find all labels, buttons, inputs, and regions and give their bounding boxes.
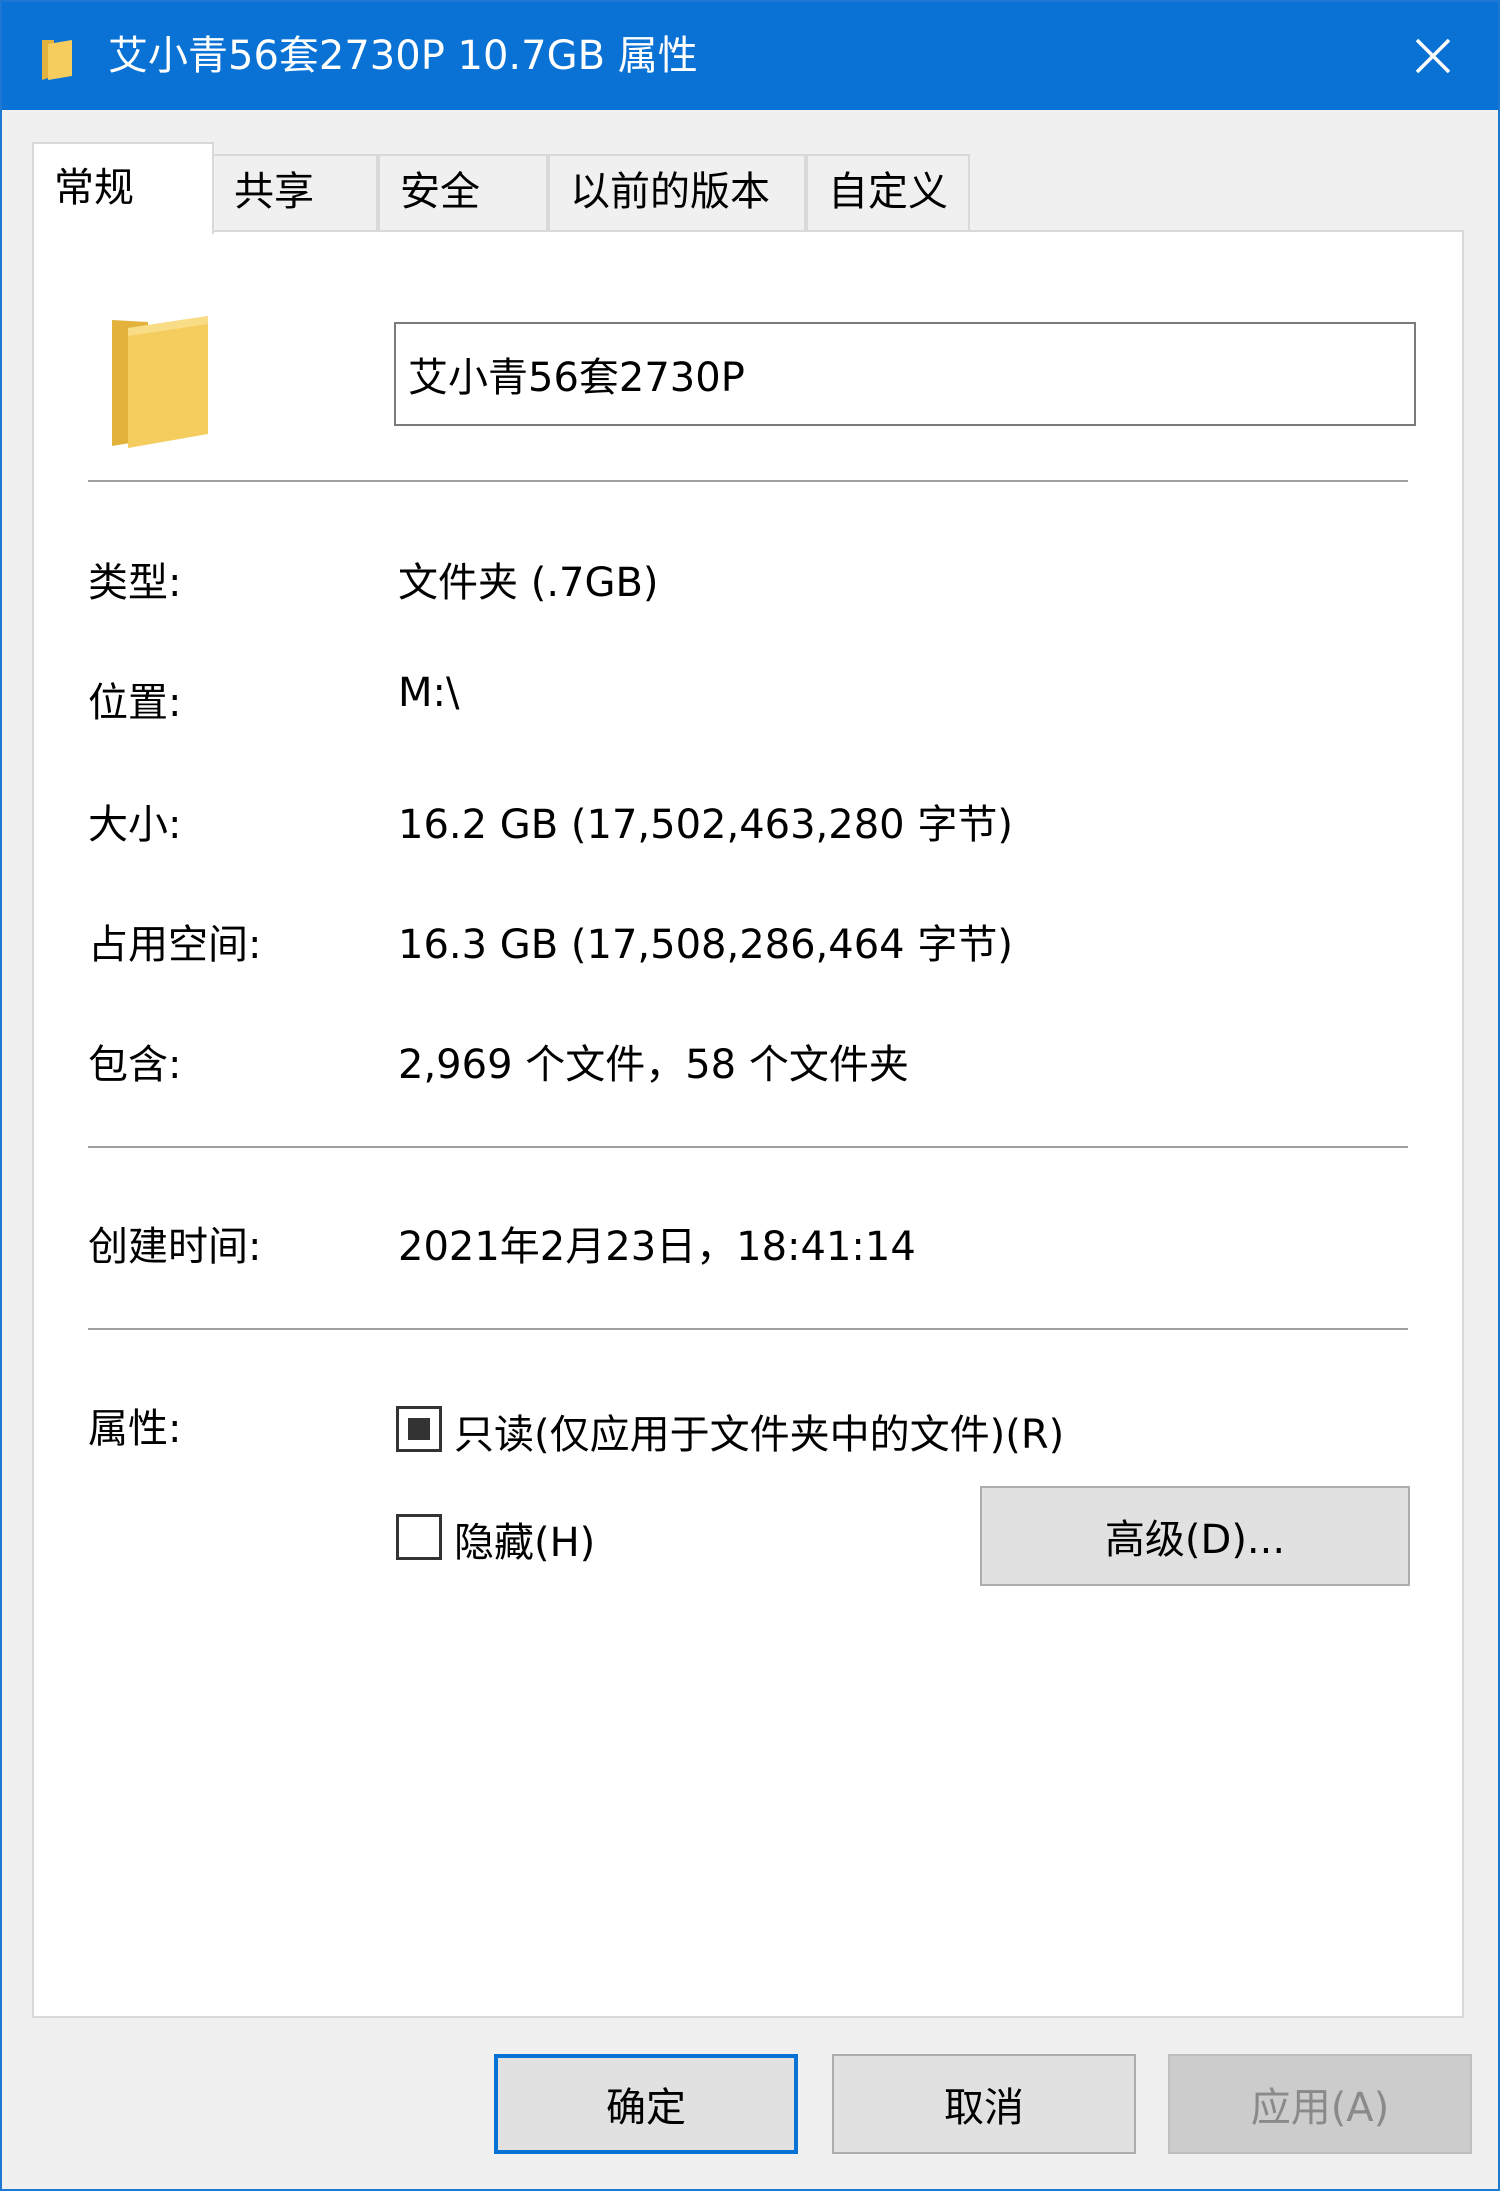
tab-general[interactable]: 常规	[32, 142, 214, 234]
tab-sharing[interactable]: 共享	[212, 154, 378, 230]
contains-value: 2,969 个文件，58 个文件夹	[398, 1042, 909, 1088]
ok-button[interactable]: 确定	[494, 2054, 798, 2154]
separator	[88, 1328, 1408, 1330]
size-label: 大小:	[88, 802, 182, 848]
created-label: 创建时间:	[88, 1224, 262, 1270]
location-label: 位置:	[88, 680, 182, 726]
size-on-disk-value: 16.3 GB (17,508,286,464 字节)	[398, 922, 1013, 968]
separator	[88, 480, 1408, 482]
title-bar[interactable]: 艾小青56套2730P 10.7GB 属性	[2, 2, 1498, 110]
separator	[88, 1146, 1408, 1148]
created-value: 2021年2月23日，18:41:14	[398, 1224, 916, 1270]
hidden-checkbox[interactable]	[396, 1514, 442, 1560]
indeterminate-mark	[408, 1418, 430, 1440]
close-icon	[1415, 38, 1451, 74]
location-value: M:\	[398, 670, 460, 716]
cancel-button[interactable]: 取消	[832, 2054, 1136, 2154]
folder-icon	[112, 316, 208, 448]
close-button[interactable]	[1368, 2, 1498, 110]
tab-customize[interactable]: 自定义	[806, 154, 970, 230]
hidden-label[interactable]: 隐藏(H)	[454, 1510, 595, 1568]
contains-label: 包含:	[88, 1042, 182, 1088]
properties-window: 艾小青56套2730P 10.7GB 属性 常规 共享 安全 以前的版本 自定义…	[0, 0, 1500, 2191]
advanced-button[interactable]: 高级(D)...	[980, 1486, 1410, 1586]
folder-name-input[interactable]	[394, 322, 1416, 426]
window-title: 艾小青56套2730P 10.7GB 属性	[108, 33, 698, 79]
readonly-checkbox[interactable]	[396, 1406, 442, 1452]
tab-security[interactable]: 安全	[378, 154, 548, 230]
type-label: 类型:	[88, 560, 182, 606]
size-value: 16.2 GB (17,502,463,280 字节)	[398, 802, 1013, 848]
size-on-disk-label: 占用空间:	[88, 922, 262, 968]
readonly-label[interactable]: 只读(仅应用于文件夹中的文件)(R)	[454, 1402, 1064, 1460]
type-value: 文件夹 (.7GB)	[398, 560, 659, 606]
tab-previous-versions[interactable]: 以前的版本	[548, 154, 806, 230]
general-panel: 类型: 文件夹 (.7GB) 位置: M:\ 大小: 16.2 GB (17,5…	[32, 230, 1464, 2018]
apply-button[interactable]: 应用(A)	[1168, 2054, 1472, 2154]
folder-icon	[42, 40, 72, 80]
attributes-label: 属性:	[88, 1406, 182, 1452]
